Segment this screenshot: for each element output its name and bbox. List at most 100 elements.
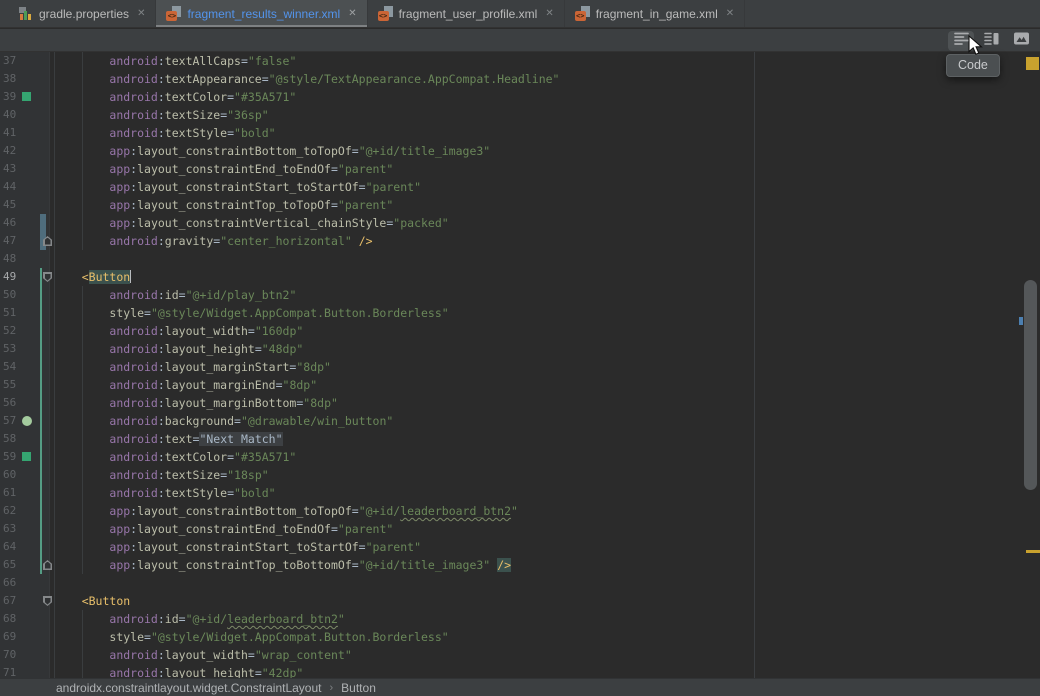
tab-close-icon[interactable]: ✕ — [346, 8, 356, 19]
code-token: app — [109, 504, 130, 518]
code-line[interactable]: app:layout_constraintBottom_toTopOf="@+i… — [0, 502, 1040, 520]
code-line[interactable]: app:layout_constraintTop_toTopOf="parent… — [0, 196, 1040, 214]
code-token: = — [144, 306, 151, 320]
code-line[interactable]: android:textStyle="bold" — [0, 124, 1040, 142]
line-number: 40 — [3, 106, 29, 124]
code-line[interactable]: android:textSize="18sp" — [0, 466, 1040, 484]
editor-tab-fragment_user_profile.xml[interactable]: <>fragment_user_profile.xml✕ — [368, 0, 565, 27]
code-token: : — [158, 666, 165, 678]
code-line[interactable]: <Button — [0, 268, 1040, 286]
line-number: 49 — [3, 268, 29, 286]
code-token: "Next Match" — [199, 432, 282, 446]
tab-label: gradle.properties — [39, 7, 129, 21]
code-line[interactable]: android:background="@drawable/win_button… — [0, 412, 1040, 430]
code-token: : — [158, 414, 165, 428]
code-token: = — [234, 414, 241, 428]
code-token: "parent" — [366, 540, 421, 554]
code-token: android — [109, 108, 157, 122]
vcs-added-strip — [40, 268, 42, 574]
code-line[interactable]: android:gravity="center_horizontal" /> — [0, 232, 1040, 250]
breadcrumb-item[interactable]: androidx.constraintlayout.widget.Constra… — [56, 681, 322, 695]
editor-tab-bar: gradle.properties✕<>fragment_results_win… — [0, 0, 1040, 28]
code-token: layout_constraintStart_toStartOf — [137, 180, 359, 194]
code-token: "@+id/title_image3" — [359, 144, 491, 158]
code-line[interactable]: android:id="@+id/play_btn2" — [0, 286, 1040, 304]
code-line[interactable]: style="@style/Widget.AppCompat.Button.Bo… — [0, 304, 1040, 322]
code-token: "parent" — [338, 198, 393, 212]
code-token: <Button — [82, 594, 130, 608]
code-token: = — [227, 450, 234, 464]
code-token — [54, 468, 109, 482]
line-number: 67 — [3, 592, 29, 610]
tab-close-icon[interactable]: ✕ — [543, 8, 553, 19]
fold-start-marker[interactable] — [43, 596, 52, 606]
drawable-preview-icon[interactable] — [22, 416, 32, 426]
code-line[interactable]: app:layout_constraintVertical_chainStyle… — [0, 214, 1040, 232]
code-token: "#35A571" — [234, 90, 296, 104]
fold-start-marker[interactable] — [43, 272, 52, 282]
editor-tab-gradle.properties[interactable]: gradle.properties ✕ — [8, 0, 156, 27]
line-number: 41 — [3, 124, 29, 142]
code-line[interactable]: <Button — [0, 592, 1040, 610]
code-line[interactable]: app:layout_constraintEnd_toEndOf="parent… — [0, 520, 1040, 538]
code-token: : — [158, 396, 165, 410]
code-line[interactable]: android:layout_width="160dp" — [0, 322, 1040, 340]
code-token: android — [109, 486, 157, 500]
bar-chart-glyph — [28, 14, 31, 20]
code-token — [54, 432, 109, 446]
design-view-button[interactable] — [1008, 31, 1034, 51]
code-line[interactable]: android:layout_marginEnd="8dp" — [0, 376, 1040, 394]
code-token: : — [158, 324, 165, 338]
code-line[interactable]: android:textStyle="bold" — [0, 484, 1040, 502]
code-line[interactable]: app:layout_constraintTop_toBottomOf="@+i… — [0, 556, 1040, 574]
scrollbar-thumb[interactable] — [1024, 280, 1037, 490]
code-line[interactable]: android:textColor="#35A571" — [0, 448, 1040, 466]
line-number: 48 — [3, 250, 29, 268]
code-line[interactable]: android:id="@+id/leaderboard_btn2" — [0, 610, 1040, 628]
code-line[interactable]: style="@style/Widget.AppCompat.Button.Bo… — [0, 628, 1040, 646]
code-token: = — [144, 630, 151, 644]
line-number: 51 — [3, 304, 29, 322]
code-token: = — [359, 180, 366, 194]
code-line[interactable] — [0, 250, 1040, 268]
editor-tab-fragment_in_game.xml[interactable]: <>fragment_in_game.xml✕ — [565, 0, 745, 27]
code-token: = — [276, 378, 283, 392]
code-line[interactable]: app:layout_constraintEnd_toEndOf="parent… — [0, 160, 1040, 178]
color-preview-swatch[interactable] — [22, 92, 31, 101]
breadcrumb-item[interactable]: Button — [341, 681, 376, 695]
code-token — [54, 594, 82, 608]
code-line[interactable]: app:layout_constraintStart_toStartOf="pa… — [0, 178, 1040, 196]
editor-tab-fragment_results_winner.xml[interactable]: <>fragment_results_winner.xml✕ — [156, 0, 367, 27]
modified-stripe-mark — [1019, 317, 1023, 325]
code-line[interactable]: app:layout_constraintBottom_toTopOf="@+i… — [0, 142, 1040, 160]
code-line[interactable]: android:layout_marginBottom="8dp" — [0, 394, 1040, 412]
fold-end-marker[interactable] — [43, 560, 52, 570]
code-line[interactable]: android:text="Next Match" — [0, 430, 1040, 448]
code-line[interactable]: android:textColor="#35A571" — [0, 88, 1040, 106]
code-token: : — [158, 432, 165, 446]
code-line[interactable]: android:textSize="36sp" — [0, 106, 1040, 124]
code-line[interactable]: android:textAllCaps="false" — [0, 52, 1040, 70]
tab-close-icon[interactable]: ✕ — [135, 8, 145, 19]
code-line[interactable]: app:layout_constraintStart_toStartOf="pa… — [0, 538, 1040, 556]
code-token: layout_constraintEnd_toEndOf — [137, 162, 331, 176]
code-editor[interactable]: android:textAllCaps="false" android:text… — [0, 52, 1040, 678]
code-line[interactable]: android:layout_height="42dp" — [0, 664, 1040, 678]
xml-brackets-glyph: <> — [166, 11, 177, 21]
code-token: layout_height — [165, 342, 255, 356]
code-token: layout_constraintStart_toStartOf — [137, 540, 359, 554]
tab-close-icon[interactable]: ✕ — [724, 8, 734, 19]
code-token: app — [109, 198, 130, 212]
fold-end-marker[interactable] — [43, 236, 52, 246]
code-line[interactable] — [0, 574, 1040, 592]
color-preview-swatch[interactable] — [22, 452, 31, 461]
code-token: = — [227, 486, 234, 500]
code-line[interactable]: android:textAppearance="@style/TextAppea… — [0, 70, 1040, 88]
code-line[interactable]: android:layout_width="wrap_content" — [0, 646, 1040, 664]
code-token — [54, 90, 109, 104]
code-token — [54, 522, 109, 536]
code-line[interactable]: android:layout_marginStart="8dp" — [0, 358, 1040, 376]
code-token: "false" — [248, 54, 296, 68]
code-line[interactable]: android:layout_height="48dp" — [0, 340, 1040, 358]
code-token: = — [248, 648, 255, 662]
